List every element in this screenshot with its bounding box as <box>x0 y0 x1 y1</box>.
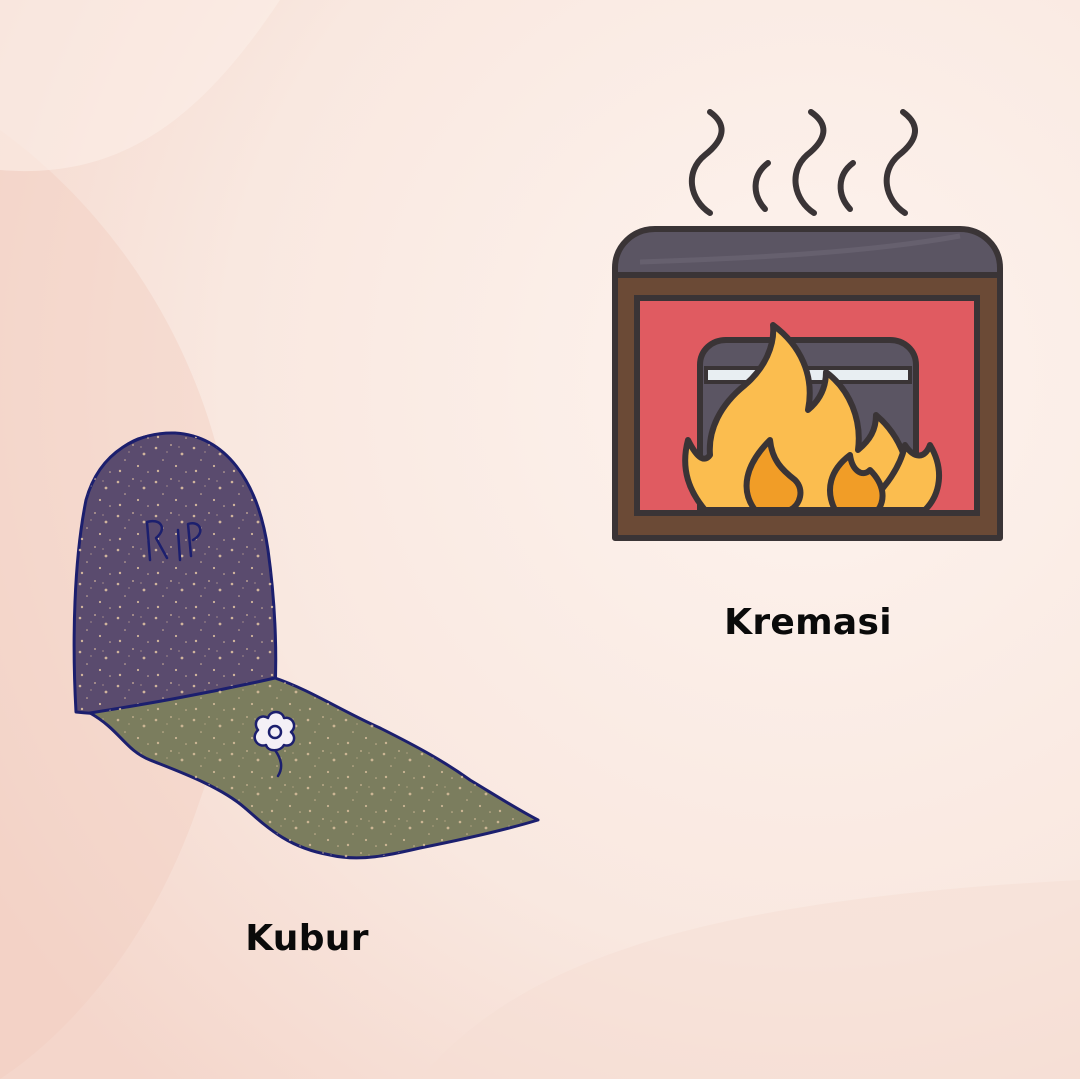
steam-icon <box>688 109 918 216</box>
cremation-furnace-icon <box>612 109 1003 541</box>
tombstone-grave-icon <box>72 431 540 860</box>
caption-kubur: Kubur <box>245 918 369 959</box>
caption-kremasi: Kremasi <box>724 602 892 643</box>
